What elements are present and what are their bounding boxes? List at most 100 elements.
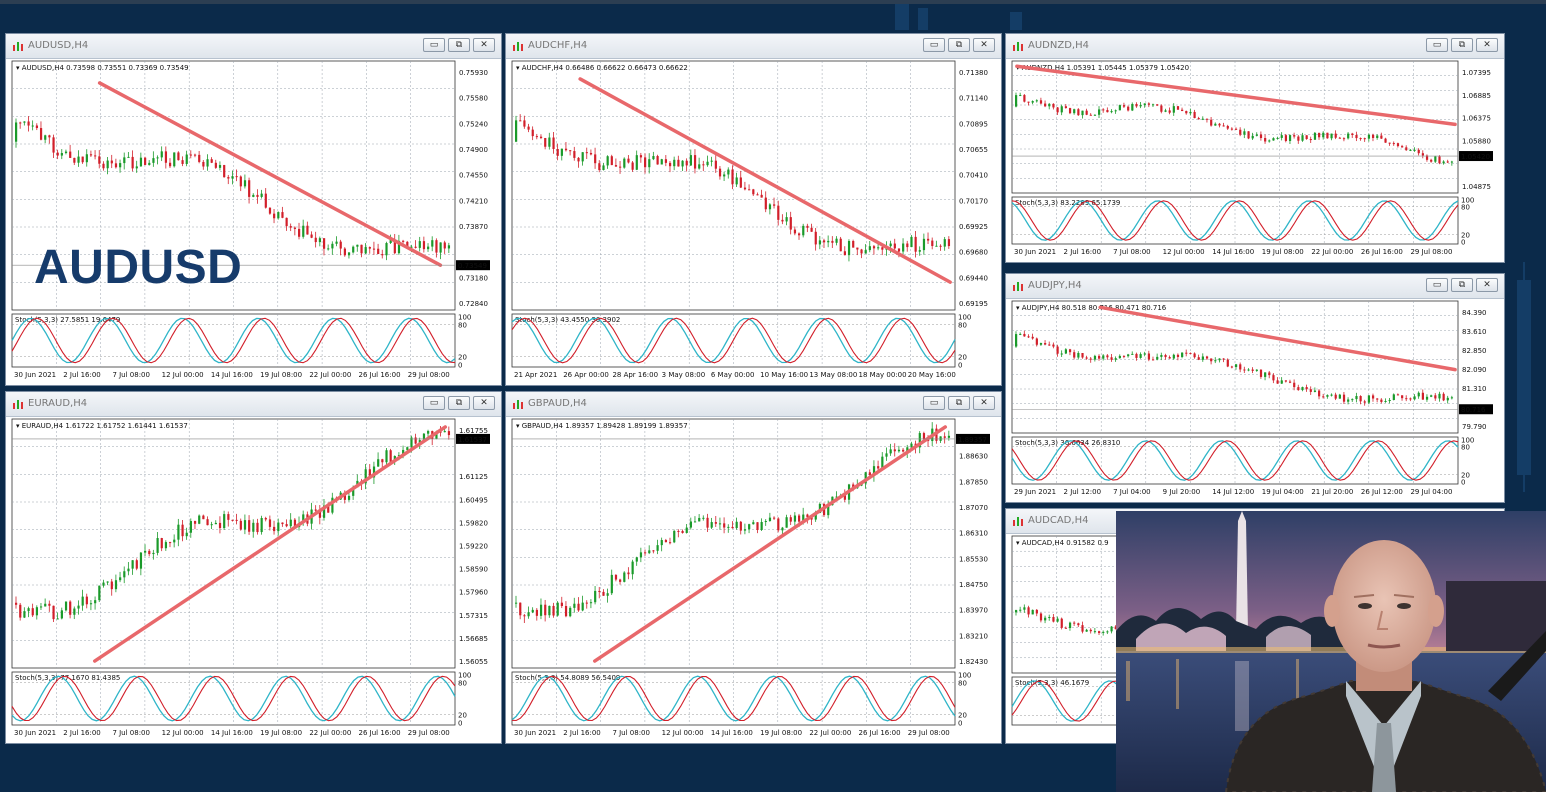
candle bbox=[1235, 364, 1238, 368]
restore-button[interactable]: ⧉ bbox=[448, 396, 470, 410]
chart-area[interactable]: ▾ AUDCHF,H4 0.66486 0.66622 0.66473 0.66… bbox=[506, 59, 1001, 385]
candle bbox=[144, 157, 147, 165]
candle bbox=[1388, 142, 1391, 144]
date-axis-label: 3 May 08:00 bbox=[662, 371, 706, 379]
price-axis-label: 0.69680 bbox=[959, 249, 988, 257]
candle bbox=[168, 542, 172, 544]
candle bbox=[223, 165, 226, 178]
close-button[interactable]: ✕ bbox=[973, 396, 995, 410]
candle bbox=[414, 246, 417, 248]
candle bbox=[406, 447, 409, 450]
candle bbox=[206, 159, 209, 167]
price-chart[interactable]: ▾ AUDUSD,H4 0.73598 0.73551 0.73369 0.73… bbox=[6, 59, 499, 383]
chart-window-audnzd[interactable]: AUDNZD,H4 ▭ ⧉ ✕ ▾ AUDNZD,H4 1.05391 1.05445 … bbox=[1005, 33, 1505, 263]
stochastic-level-label: 0 bbox=[958, 719, 962, 727]
price-axis-label: 1.07395 bbox=[1462, 69, 1491, 77]
candle bbox=[623, 158, 626, 168]
window-titlebar[interactable]: AUDJPY,H4 ▭ ⧉ ✕ bbox=[1006, 274, 1504, 299]
chart-window-audjpy[interactable]: AUDJPY,H4 ▭ ⧉ ✕ ▾ AUDJPY,H4 80.518 80.716 80… bbox=[1005, 273, 1505, 503]
window-titlebar[interactable]: GBPAUD,H4 ▭ ⧉ ✕ bbox=[506, 392, 1001, 417]
candle bbox=[702, 164, 705, 166]
date-axis-label: 12 Jul 00:00 bbox=[162, 729, 204, 737]
candle bbox=[793, 229, 797, 234]
restore-button[interactable]: ⧉ bbox=[948, 38, 970, 52]
candle bbox=[1044, 617, 1047, 621]
candle bbox=[1098, 109, 1101, 115]
chart-area[interactable]: ▾ AUDUSD,H4 0.73598 0.73551 0.73369 0.73… bbox=[6, 59, 501, 385]
chart-area[interactable]: ▾ AUDNZD,H4 1.05391 1.05445 1.05379 1.05… bbox=[1006, 59, 1504, 262]
restore-button[interactable]: ⧉ bbox=[1451, 38, 1473, 52]
chart-window-gbpaud[interactable]: GBPAUD,H4 ▭ ⧉ ✕ ▾ GBPAUD,H4 1.89357 1.89428 … bbox=[505, 391, 1002, 744]
candle bbox=[1064, 627, 1068, 629]
price-axis-label: 1.87850 bbox=[959, 478, 988, 486]
candle bbox=[868, 472, 871, 475]
restore-button[interactable]: ⧉ bbox=[1451, 278, 1473, 292]
candle bbox=[789, 217, 792, 230]
candle bbox=[181, 160, 184, 164]
price-axis-label: 0.69195 bbox=[959, 300, 988, 308]
minimize-button[interactable]: ▭ bbox=[923, 396, 945, 410]
close-button[interactable]: ✕ bbox=[1476, 38, 1498, 52]
candle bbox=[443, 242, 446, 249]
chart-window-audchf[interactable]: AUDCHF,H4 ▭ ⧉ ✕ ▾ AUDCHF,H4 0.66486 0.66622 … bbox=[505, 33, 1002, 386]
candle bbox=[1239, 364, 1242, 370]
minimize-button[interactable]: ▭ bbox=[1426, 278, 1448, 292]
date-axis-label: 6 May 00:00 bbox=[711, 371, 755, 379]
candle bbox=[347, 252, 351, 256]
date-axis-label: 26 Jul 16:00 bbox=[1361, 248, 1403, 256]
chart-area[interactable]: ▾ AUDJPY,H4 80.518 80.716 80.471 80.716 8… bbox=[1006, 299, 1504, 502]
price-chart[interactable]: ▾ AUDCHF,H4 0.66486 0.66622 0.66473 0.66… bbox=[506, 59, 999, 383]
minimize-button[interactable]: ▭ bbox=[423, 396, 445, 410]
window-titlebar[interactable]: AUDUSD,H4 ▭ ⧉ ✕ bbox=[6, 34, 501, 59]
price-axis-label: 84.390 bbox=[1462, 309, 1487, 317]
chart-area[interactable]: ▾ EURAUD,H4 1.61722 1.61752 1.61441 1.61… bbox=[6, 417, 501, 743]
candle bbox=[235, 176, 238, 178]
date-axis-label: 14 Jul 12:00 bbox=[1212, 488, 1254, 496]
candle bbox=[827, 240, 830, 243]
candle bbox=[1425, 396, 1429, 400]
close-button[interactable]: ✕ bbox=[473, 38, 495, 52]
price-chart[interactable]: ▾ AUDNZD,H4 1.05391 1.05445 1.05379 1.05… bbox=[1006, 59, 1502, 260]
price-chart[interactable]: ▾ GBPAUD,H4 1.89357 1.89428 1.89199 1.89… bbox=[506, 417, 999, 741]
candle bbox=[860, 249, 863, 254]
window-titlebar[interactable]: EURAUD,H4 ▭ ⧉ ✕ bbox=[6, 392, 501, 417]
candle bbox=[231, 519, 234, 521]
window-controls: ▭⧉✕ bbox=[423, 396, 495, 410]
price-axis-label: 79.790 bbox=[1462, 423, 1487, 431]
restore-button[interactable]: ⧉ bbox=[448, 38, 470, 52]
stochastic-info: Stoch(5,3,3) 54.8089 56.5409 bbox=[515, 674, 620, 682]
close-button[interactable]: ✕ bbox=[473, 396, 495, 410]
candle bbox=[1056, 618, 1059, 622]
candle bbox=[1185, 352, 1188, 354]
stochastic-level-label: 100 bbox=[958, 314, 971, 322]
restore-button[interactable]: ⧉ bbox=[948, 396, 970, 410]
minimize-button[interactable]: ▭ bbox=[423, 38, 445, 52]
window-titlebar[interactable]: AUDNZD,H4 ▭ ⧉ ✕ bbox=[1006, 34, 1504, 59]
price-chart[interactable]: ▾ EURAUD,H4 1.61722 1.61752 1.61441 1.61… bbox=[6, 417, 499, 741]
candle bbox=[560, 148, 563, 156]
close-button[interactable]: ✕ bbox=[1476, 278, 1498, 292]
candle bbox=[564, 606, 568, 617]
close-button[interactable]: ✕ bbox=[973, 38, 995, 52]
candle bbox=[1376, 135, 1379, 138]
chart-window-audusd[interactable]: AUDUSD,H4 ▭ ⧉ ✕ ▾ AUDUSD,H4 0.73598 0.73551 … bbox=[5, 33, 502, 386]
candle bbox=[889, 243, 892, 247]
date-axis-label: 14 Jul 16:00 bbox=[211, 729, 253, 737]
candle bbox=[781, 527, 784, 531]
chart-window-euraud[interactable]: EURAUD,H4 ▭ ⧉ ✕ ▾ EURAUD,H4 1.61722 1.61752 … bbox=[5, 391, 502, 744]
candle bbox=[1106, 631, 1109, 633]
candle bbox=[69, 601, 72, 615]
price-chart[interactable]: ▾ AUDJPY,H4 80.518 80.716 80.471 80.716 8… bbox=[1006, 299, 1502, 500]
candle bbox=[619, 166, 622, 168]
minimize-button[interactable]: ▭ bbox=[1426, 38, 1448, 52]
candle bbox=[1127, 354, 1130, 357]
candle bbox=[1371, 134, 1375, 138]
candle bbox=[519, 120, 522, 122]
window-titlebar[interactable]: AUDCHF,H4 ▭ ⧉ ✕ bbox=[506, 34, 1001, 59]
candle bbox=[1019, 609, 1022, 611]
candle bbox=[1181, 352, 1184, 357]
chart-area[interactable]: ▾ GBPAUD,H4 1.89357 1.89428 1.89199 1.89… bbox=[506, 417, 1001, 743]
minimize-button[interactable]: ▭ bbox=[923, 38, 945, 52]
price-axis-label: 0.70170 bbox=[959, 197, 988, 205]
candle bbox=[1073, 622, 1076, 624]
